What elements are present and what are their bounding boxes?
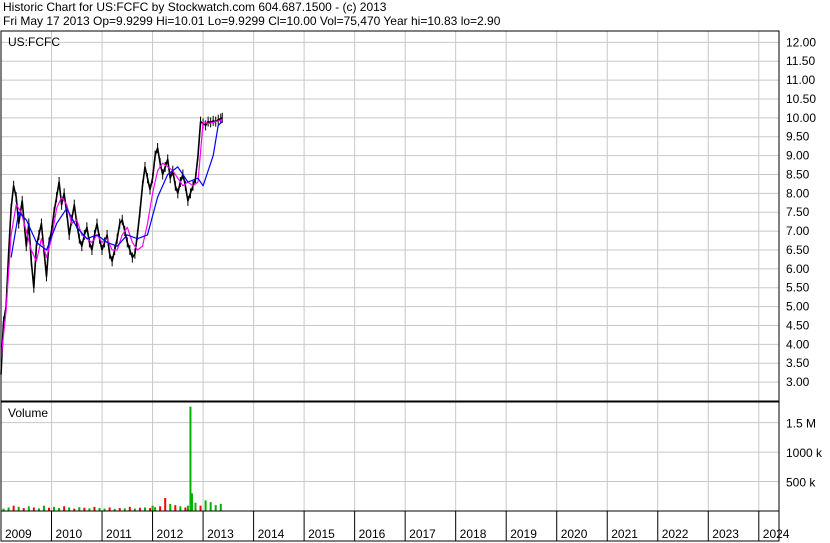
volume-bar bbox=[7, 507, 10, 511]
date-axis-label: 2011 bbox=[106, 527, 132, 541]
date-axis-label: 2022 bbox=[662, 527, 689, 541]
price-y-tick-label: 5.00 bbox=[786, 300, 810, 314]
volume-bar bbox=[53, 506, 56, 511]
price-y-tick-label: 8.50 bbox=[786, 167, 810, 181]
volume-bar bbox=[209, 502, 212, 511]
volume-bar bbox=[93, 506, 96, 511]
price-y-tick-label: 6.00 bbox=[786, 262, 810, 276]
volume-bar bbox=[194, 502, 197, 511]
volume-y-tick-label: 500 k bbox=[786, 476, 816, 490]
date-axis-label: 2018 bbox=[460, 527, 487, 541]
date-axis-label: 2010 bbox=[56, 527, 83, 541]
volume-bar bbox=[32, 507, 35, 511]
volume-y-tick-label: 1.5 M bbox=[786, 417, 816, 431]
price-y-tick-label: 6.50 bbox=[786, 243, 810, 257]
price-y-tick-label: 11.50 bbox=[786, 54, 815, 68]
volume-bar bbox=[42, 505, 45, 511]
volume-bar bbox=[174, 505, 177, 511]
volume-bar bbox=[199, 505, 202, 511]
date-axis-label: 2013 bbox=[207, 527, 234, 541]
volume-bar bbox=[204, 500, 207, 511]
price-y-tick-label: 9.00 bbox=[786, 149, 810, 163]
volume-bar bbox=[159, 506, 162, 511]
date-axis-label: 2015 bbox=[308, 527, 335, 541]
volume-bar bbox=[186, 505, 189, 511]
volume-bar bbox=[169, 503, 172, 511]
volume-panel-frame bbox=[0, 401, 780, 512]
volume-grid bbox=[0, 402, 779, 511]
date-axis-label: 2019 bbox=[510, 527, 537, 541]
volume-bar bbox=[184, 507, 187, 511]
volume-bar bbox=[151, 505, 154, 511]
price-panel-title: US:FCFC bbox=[8, 35, 60, 49]
historic-price-chart: 12.00 11.50 11.00 10.50 10.00 9.50 9.00 8.50 8.0… bbox=[0, 30, 823, 542]
volume-panel-title: Volume bbox=[8, 406, 48, 420]
date-axis-label: 2014 bbox=[258, 527, 285, 541]
price-panel-frame bbox=[0, 30, 780, 402]
volume-bar bbox=[164, 498, 167, 511]
volume-bar bbox=[179, 506, 182, 511]
volume-bar bbox=[17, 506, 20, 511]
volume-bar bbox=[219, 503, 222, 511]
volume-bar bbox=[12, 505, 15, 511]
price-grid bbox=[0, 31, 779, 401]
stock-chart-window: Historic Chart for US:FCFC by Stockwatch… bbox=[0, 0, 830, 543]
volume-bar bbox=[27, 506, 30, 511]
volume-y-tick-label: 1000 k bbox=[786, 446, 823, 460]
price-y-tick-label: 7.00 bbox=[786, 224, 810, 238]
date-axis-label: 2024 bbox=[763, 527, 790, 541]
price-marks bbox=[0, 112, 223, 380]
date-axis-label: 2016 bbox=[359, 527, 386, 541]
volume-bar bbox=[78, 507, 81, 511]
price-y-tick-label: 4.00 bbox=[786, 337, 810, 351]
price-y-tick-label: 10.00 bbox=[786, 111, 816, 125]
date-axis-label: 2023 bbox=[712, 527, 739, 541]
date-axis-label: 2020 bbox=[561, 527, 588, 541]
price-y-tick-label: 10.50 bbox=[786, 92, 816, 106]
price-y-tick-label: 4.50 bbox=[786, 318, 810, 332]
price-y-tick-label: 7.50 bbox=[786, 205, 810, 219]
price-y-tick-label: 3.00 bbox=[786, 375, 810, 389]
price-y-tick-label: 9.50 bbox=[786, 130, 810, 144]
volume-bar bbox=[214, 505, 217, 511]
volume-bar bbox=[63, 506, 66, 511]
date-axis-label: 2012 bbox=[157, 527, 184, 541]
volume-bar bbox=[190, 493, 193, 511]
date-axis-label: 2009 bbox=[5, 527, 32, 541]
date-axis-label: 2017 bbox=[409, 527, 436, 541]
volume-bar bbox=[128, 506, 131, 511]
price-y-tick-label: 11.00 bbox=[786, 73, 815, 87]
price-y-tick-label: 8.00 bbox=[786, 186, 810, 200]
price-y-tick-label: 3.50 bbox=[786, 356, 810, 370]
price-line bbox=[0, 117, 223, 375]
price-y-tick-label: 12.00 bbox=[786, 35, 816, 49]
volume-bar bbox=[68, 507, 71, 511]
date-axis-label: 2021 bbox=[611, 527, 638, 541]
price-y-tick-label: 5.50 bbox=[786, 281, 810, 295]
volume-bar bbox=[154, 507, 157, 511]
volume-bar bbox=[143, 507, 146, 511]
volume-bar bbox=[108, 507, 111, 511]
